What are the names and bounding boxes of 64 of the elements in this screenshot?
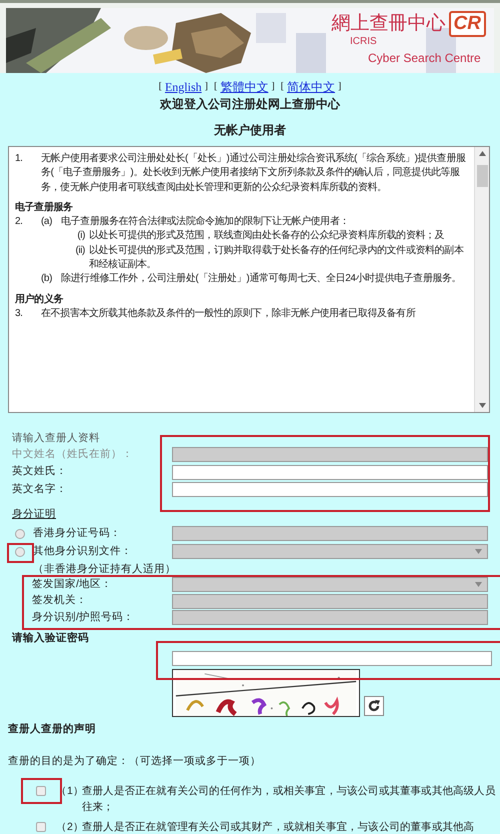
section-heading: 身分证明 [12,506,56,522]
clause-number: 2. [15,215,24,230]
section-heading: 请输入查册人资料 [12,431,101,446]
option-note: （非香港身分证持有人适用） [32,562,177,576]
clause-text: 除进行维修工作外，公司注册处(「注册处」)通常可每周七天、全日24小时提供电子查册服务。 [61,272,462,286]
dropdown-arrow-icon [475,549,482,554]
clause-marker: (a) [41,215,54,230]
option-label: 香港身分证号码： [33,526,121,541]
language-link[interactable]: 简体中文 [287,80,336,94]
highlight-frame [7,543,34,563]
refresh-button[interactable] [364,696,384,716]
captcha-field[interactable] [172,651,492,666]
clause-marker: (i) [76,229,86,244]
language-link[interactable]: 繁體中文 [220,80,268,94]
clause-marker: (b) [41,272,54,286]
bracket-text: [ [158,80,162,94]
input-field[interactable] [172,464,488,480]
refresh-icon [367,699,381,713]
language-link[interactable]: English [164,80,202,94]
bracket-text: [ [280,80,284,94]
page-subtitle: 无帐户使用者 [213,122,287,138]
clause-text: 无帐户使用者要求公司注册处处长(「处长」)通过公司注册处综合资讯系统(「综合系统」)提供查册服务(「电子查册服务」)。处长收到无帐户使用者接纳下文所列条款及条件的确认后，同意提供此等服务，使无帐户使用者可联线查阅由处长管理和更新的公众纪录资料库所载的资料。 [41,152,467,195]
field-label: 身分识别/护照号码： [32,610,135,625]
bracket-text: [ [214,80,218,94]
terms-heading: 用户的义务 [15,292,64,307]
item-number: （1） [56,784,82,799]
clause-text: 在不损害本文所载其他条款及条件的一般性的原则下，除非无帐户使用者已取得及备有所 [41,306,417,321]
logo-tagline: Cyber Search Centre [368,51,481,65]
terms-box[interactable] [8,146,490,413]
logo-title: 網上查冊中心 [332,11,446,35]
scroll-thumb[interactable] [477,165,488,187]
clause-number: 1. [15,152,24,166]
clause-marker: (ii) [74,244,86,258]
item-number: （2） [56,820,82,834]
section-heading: 查册人查册的声明 [8,722,97,737]
dropdown-arrow-icon [475,582,482,588]
field-label: 签发机关： [32,593,88,608]
checkbox[interactable] [36,822,46,832]
page-title: 欢迎登入公司注册处网上查册中心 [158,96,342,112]
bracket-text: ] [338,80,342,94]
terms-heading: 电子查册服务 [15,200,74,215]
highlight-frame [21,778,62,804]
checkbox[interactable] [36,786,46,796]
field-label: 英文姓氏： [12,464,68,480]
clause-text: 电子查册服务在符合法律或法院命令施加的限制下让无帐户使用者： [61,215,350,230]
clause-number: 3. [15,306,24,321]
logo-name: ICRIS [350,36,377,47]
clause-text: 以处长可提供的形式及范围，订购并取得载于处长备存的任何纪录内的文件或资料的副本和经核证副本。 [89,244,464,272]
field-label: 英文名字： [12,482,68,497]
bracket-text: ] [271,80,275,94]
declaration-prompt: 查册的目的是为了确定：（可选择一项或多于一项） [8,754,262,769]
input-field[interactable] [172,482,488,498]
bracket-text: ] [204,80,208,94]
scroll-down-icon[interactable] [479,403,486,408]
logo-badge: CR [448,11,486,37]
section-heading: 请输入验证密码 [12,630,90,646]
field-label: 签发国家/地区： [32,576,113,592]
scroll-up-icon[interactable] [479,151,486,156]
purpose-text: 查册人是否正在就有关公司的任何作为，或相关事宜，与该公司或其董事或其他高级人员往来； [82,784,496,815]
field-label: 中文姓名（姓氏在前）： [12,446,134,462]
purpose-text: 查册人是否正在就管理有关公司或其财产，或就相关事宜，与该公司的董事或其他高 [82,820,476,834]
option-label: 其他身分识别文件： [33,544,132,559]
scrollbar[interactable] [474,147,489,412]
clause-text: 以处长可提供的形式及范围，联线查阅由处长备存的公众纪录资料库所载的资料；及 [89,229,446,244]
